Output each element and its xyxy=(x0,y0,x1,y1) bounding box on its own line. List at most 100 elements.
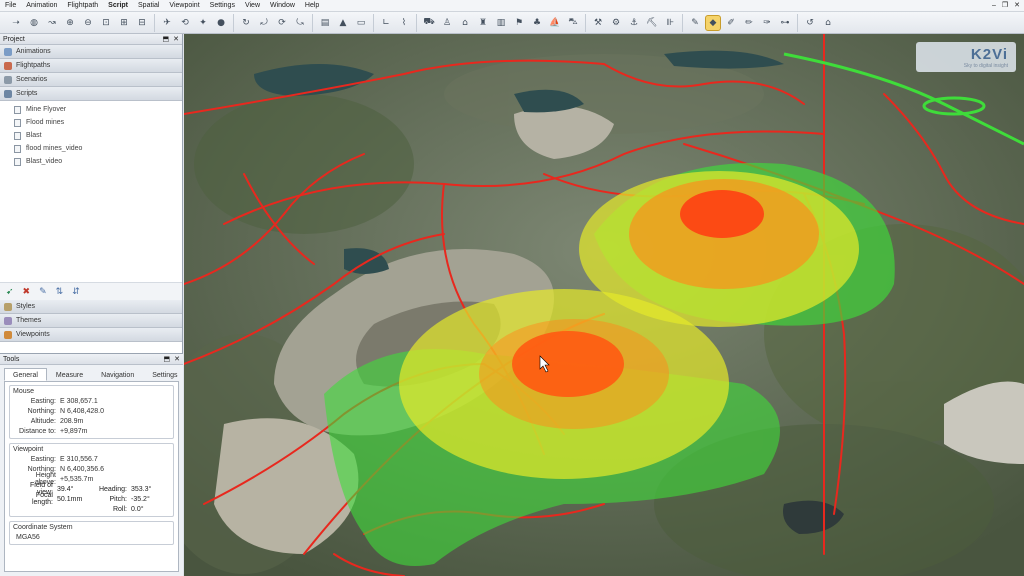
vehicle-icon[interactable]: ⛟ xyxy=(421,15,437,31)
building-icon[interactable]: ▥ xyxy=(493,15,509,31)
section-flightpaths[interactable]: Flightpaths xyxy=(0,59,182,73)
close-panel-icon[interactable]: ✕ xyxy=(174,355,180,363)
crane-icon[interactable]: ⚙ xyxy=(608,15,624,31)
stop-icon[interactable]: ● xyxy=(213,15,229,31)
line-tool-icon[interactable]: ∟ xyxy=(378,15,394,31)
flag-icon[interactable]: ⚑ xyxy=(511,15,527,31)
script-label: Mine Flyover xyxy=(26,106,67,113)
terrain-scene xyxy=(184,34,1024,576)
menu-flightpath[interactable]: Flightpath xyxy=(62,0,103,12)
camera-reset-icon[interactable]: ⤿ xyxy=(292,15,308,31)
toolbar-group-navigation: ➝ ◍ ↝ ⊕ ⊖ ⊡ ⊞ ⊟ xyxy=(4,13,155,32)
pan-icon[interactable]: ↝ xyxy=(44,15,60,31)
red-pen-icon[interactable]: ✏ xyxy=(741,15,757,31)
run-script-icon[interactable]: ➹ xyxy=(6,287,14,297)
truck-icon[interactable]: ⛍ xyxy=(565,15,581,31)
script-file-icon xyxy=(14,105,21,114)
toolbar-group-flight: ✈ ⟲ ✦ ● xyxy=(155,13,234,32)
menu-spatial[interactable]: Spatial xyxy=(133,0,164,12)
label-icon[interactable]: ✐ xyxy=(723,15,739,31)
person-icon[interactable]: ♙ xyxy=(439,15,455,31)
arrow-tool-icon[interactable]: ➝ xyxy=(8,15,24,31)
menu-settings[interactable]: Settings xyxy=(205,0,240,12)
highlight-marker-icon[interactable]: ◆ xyxy=(705,14,721,31)
camera-spin-icon[interactable]: ⟳ xyxy=(274,15,290,31)
list-item[interactable]: flood mines_video xyxy=(0,142,182,155)
pin-icon[interactable]: ✎ xyxy=(687,15,703,31)
hammer-icon[interactable]: ⚓ xyxy=(626,15,642,31)
toolbar: ➝ ◍ ↝ ⊕ ⊖ ⊡ ⊞ ⊟ ✈ ⟲ ✦ ● ↻ ⤾ ⟳ ⤿ ▤ ▲ ▭ ∟ xyxy=(0,12,1024,34)
flightpaths-icon xyxy=(4,61,12,70)
animations-icon xyxy=(4,47,12,56)
restore-icon[interactable]: ❐ xyxy=(1002,0,1008,12)
home-icon[interactable]: ⌂ xyxy=(820,15,836,31)
sort-descending-icon[interactable]: ⇵ xyxy=(72,287,80,297)
compass-icon[interactable]: ✦ xyxy=(195,15,211,31)
tab-general[interactable]: General xyxy=(4,368,47,381)
section-viewpoints[interactable]: Viewpoints xyxy=(0,328,182,342)
close-icon[interactable]: ✕ xyxy=(1014,0,1020,12)
refresh-icon[interactable]: ↺ xyxy=(802,15,818,31)
section-styles[interactable]: Styles xyxy=(0,300,182,314)
sort-ascending-icon[interactable]: ⇅ xyxy=(56,287,64,297)
eraser-icon[interactable]: ▭ xyxy=(353,15,369,31)
menu-view[interactable]: View xyxy=(240,0,265,12)
minimize-icon[interactable]: – xyxy=(992,0,996,12)
ruler-icon[interactable]: ⊶ xyxy=(777,15,793,31)
camera-rotate-icon[interactable]: ↻ xyxy=(238,15,254,31)
green-pen-icon[interactable]: ✑ xyxy=(759,15,775,31)
menu-script[interactable]: Script xyxy=(103,0,133,12)
section-scenarios[interactable]: Scenarios xyxy=(0,73,182,87)
tab-measure[interactable]: Measure xyxy=(47,368,92,381)
zoom-previous-icon[interactable]: ⊟ xyxy=(134,15,150,31)
section-scripts[interactable]: Scripts xyxy=(0,87,182,101)
window-controls: – ❐ ✕ xyxy=(992,0,1020,12)
toolbar-group-camera: ↻ ⤾ ⟳ ⤿ xyxy=(234,13,313,32)
globe-icon[interactable]: ◍ xyxy=(26,15,42,31)
roll-value: 0.0° xyxy=(131,505,144,513)
tree-icon[interactable]: ♣ xyxy=(529,15,545,31)
delete-script-icon[interactable]: ✖ xyxy=(23,287,31,297)
section-themes[interactable]: Themes xyxy=(0,314,182,328)
map-viewport[interactable]: K2Vi Sky to digital insight xyxy=(184,34,1024,576)
tools-panel-title: Tools ⬒ ✕ xyxy=(0,354,183,365)
section-animations[interactable]: Animations xyxy=(0,45,182,59)
fence-icon[interactable]: ⊪ xyxy=(662,15,678,31)
orbit-icon[interactable]: ⟲ xyxy=(177,15,193,31)
pin-panel-icon[interactable]: ⬒ xyxy=(164,355,171,363)
list-item[interactable]: Mine Flyover xyxy=(0,103,182,116)
excavator-icon[interactable]: ⛏ xyxy=(644,15,660,31)
boat-icon[interactable]: ⛵ xyxy=(547,15,563,31)
zoom-extent-icon[interactable]: ⊞ xyxy=(116,15,132,31)
tab-settings[interactable]: Settings xyxy=(143,368,186,381)
zoom-window-icon[interactable]: ⊡ xyxy=(98,15,114,31)
viewpoint-easting-value: E 310,556.7 xyxy=(60,455,98,463)
coordinate-system-value: MGA56 xyxy=(16,533,40,541)
list-item[interactable]: Flood mines xyxy=(0,116,182,129)
tower-icon[interactable]: ♜ xyxy=(475,15,491,31)
layers-icon[interactable]: ▤ xyxy=(317,15,333,31)
toolbar-group-measure: ∟ ⌇ xyxy=(374,13,417,32)
menu-animation[interactable]: Animation xyxy=(21,0,62,12)
camera-tilt-icon[interactable]: ⤾ xyxy=(256,15,272,31)
menu-help[interactable]: Help xyxy=(300,0,324,12)
polyline-tool-icon[interactable]: ⌇ xyxy=(396,15,412,31)
tab-navigation[interactable]: Navigation xyxy=(92,368,143,381)
drill-icon[interactable]: ⚒ xyxy=(590,15,606,31)
zoom-out-icon[interactable]: ⊖ xyxy=(80,15,96,31)
pin-panel-icon[interactable]: ⬒ xyxy=(163,35,170,43)
menu-window[interactable]: Window xyxy=(265,0,300,12)
menu-file[interactable]: File xyxy=(0,0,21,12)
menu-viewpoint[interactable]: Viewpoint xyxy=(164,0,204,12)
section-animations-label: Animations xyxy=(16,48,51,55)
toolbar-group-annotate: ✎ ◆ ✐ ✏ ✑ ⊶ xyxy=(683,13,798,32)
edit-script-icon[interactable]: ✎ xyxy=(39,287,47,297)
zoom-in-icon[interactable]: ⊕ xyxy=(62,15,78,31)
house-icon[interactable]: ⌂ xyxy=(457,15,473,31)
list-item[interactable]: Blast_video xyxy=(0,155,182,168)
close-panel-icon[interactable]: ✕ xyxy=(173,35,179,43)
terrain-icon[interactable]: ▲ xyxy=(335,15,351,31)
fly-icon[interactable]: ✈ xyxy=(159,15,175,31)
list-item[interactable]: Blast xyxy=(0,129,182,142)
scenarios-icon xyxy=(4,75,12,84)
